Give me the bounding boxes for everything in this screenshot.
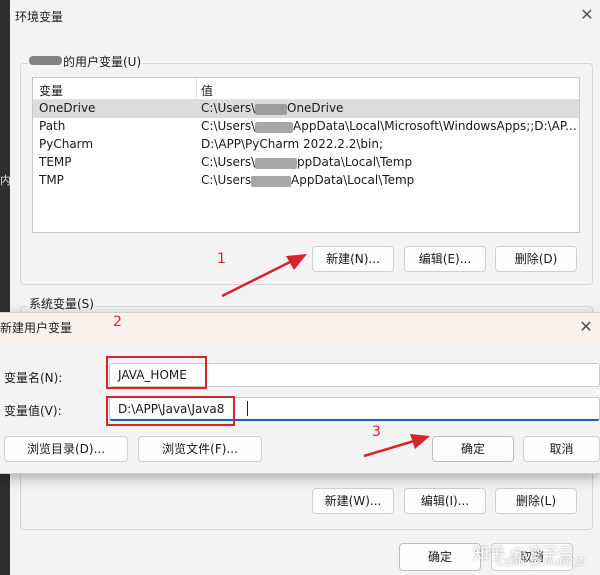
annotation-arrow-3 xyxy=(363,434,430,458)
watermark-csdn: CSDN @clouds_Zi xyxy=(497,557,586,568)
annotation-arrows xyxy=(221,254,430,458)
annotation-arrow-1 xyxy=(221,254,307,298)
